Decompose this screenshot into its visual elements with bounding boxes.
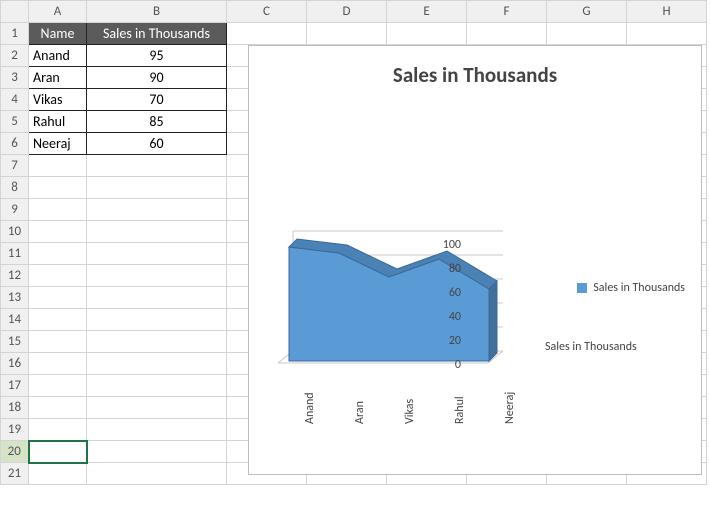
cell-B4[interactable]: 70 <box>87 89 227 111</box>
row-header-16[interactable]: 16 <box>1 353 29 375</box>
row-header-4[interactable]: 4 <box>1 89 29 111</box>
row-header-21[interactable]: 21 <box>1 463 29 485</box>
cell[interactable] <box>29 375 87 397</box>
row-header-7[interactable]: 7 <box>1 155 29 177</box>
x-tick-4: Neeraj <box>503 392 517 424</box>
legend-swatch <box>577 283 587 293</box>
cell-B2[interactable]: 95 <box>87 45 227 67</box>
y-tick-2: 40 <box>431 310 461 324</box>
chart-title: Sales in Thousands <box>249 46 701 88</box>
cell[interactable] <box>29 155 87 177</box>
col-header-G[interactable]: G <box>547 1 627 23</box>
area-series-side <box>489 281 497 361</box>
cell[interactable] <box>29 331 87 353</box>
cell-A1[interactable]: Name <box>29 23 87 45</box>
cell[interactable] <box>87 199 227 221</box>
row-header-8[interactable]: 8 <box>1 177 29 199</box>
legend-label: Sales in Thousands <box>593 281 685 295</box>
cell[interactable] <box>87 177 227 199</box>
cell[interactable] <box>29 199 87 221</box>
chart-legend: Sales in Thousands <box>577 281 685 295</box>
cell-A3[interactable]: Aran <box>29 67 87 89</box>
y-tick-1: 20 <box>431 334 461 348</box>
cell[interactable] <box>87 221 227 243</box>
row-header-18[interactable]: 18 <box>1 397 29 419</box>
cell[interactable] <box>29 419 87 441</box>
row-header-13[interactable]: 13 <box>1 287 29 309</box>
col-header-C[interactable]: C <box>227 1 307 23</box>
cell[interactable] <box>87 287 227 309</box>
row-header-6[interactable]: 6 <box>1 133 29 155</box>
row-header-20[interactable]: 20 <box>1 441 29 463</box>
y-tick-5: 100 <box>431 238 461 252</box>
cell[interactable] <box>29 463 87 485</box>
x-tick-0: Anand <box>303 392 317 424</box>
row-header-11[interactable]: 11 <box>1 243 29 265</box>
cell-A6[interactable]: Neeraj <box>29 133 87 155</box>
y-tick-4: 80 <box>431 262 461 276</box>
x-tick-3: Rahul <box>453 396 467 424</box>
cell[interactable] <box>29 353 87 375</box>
cell-A4[interactable]: Vikas <box>29 89 87 111</box>
cell[interactable] <box>29 243 87 265</box>
y-tick-3: 60 <box>431 286 461 300</box>
row-header-15[interactable]: 15 <box>1 331 29 353</box>
cell[interactable] <box>29 287 87 309</box>
cell[interactable] <box>87 353 227 375</box>
row-header-12[interactable]: 12 <box>1 265 29 287</box>
cell[interactable] <box>467 23 547 45</box>
col-header-A[interactable]: A <box>29 1 87 23</box>
col-header-B[interactable]: B <box>87 1 227 23</box>
cell[interactable] <box>29 397 87 419</box>
col-header-D[interactable]: D <box>307 1 387 23</box>
col-header-F[interactable]: F <box>467 1 547 23</box>
row-header-10[interactable]: 10 <box>1 221 29 243</box>
cell[interactable] <box>307 23 387 45</box>
cell[interactable] <box>87 331 227 353</box>
cell[interactable] <box>387 23 467 45</box>
cell[interactable] <box>627 23 707 45</box>
cell[interactable] <box>227 23 307 45</box>
cell[interactable] <box>87 419 227 441</box>
cell-A5[interactable]: Rahul <box>29 111 87 133</box>
cell[interactable] <box>87 375 227 397</box>
cell[interactable] <box>29 441 87 463</box>
cell[interactable] <box>87 463 227 485</box>
col-header-H[interactable]: H <box>627 1 707 23</box>
row-header-2[interactable]: 2 <box>1 45 29 67</box>
cell[interactable] <box>87 155 227 177</box>
cell-B1[interactable]: Sales in Thousands <box>87 23 227 45</box>
x-tick-1: Aran <box>353 401 367 424</box>
col-header-E[interactable]: E <box>387 1 467 23</box>
cell[interactable] <box>29 221 87 243</box>
cell[interactable] <box>87 243 227 265</box>
cell[interactable] <box>87 265 227 287</box>
row-header-3[interactable]: 3 <box>1 67 29 89</box>
depth-axis-label: Sales in Thousands <box>545 340 637 354</box>
cell-A2[interactable]: Anand <box>29 45 87 67</box>
area-chart-plot <box>273 221 533 371</box>
cell[interactable] <box>29 265 87 287</box>
cell-B6[interactable]: 60 <box>87 133 227 155</box>
row-header-1[interactable]: 1 <box>1 23 29 45</box>
cell-B3[interactable]: 90 <box>87 67 227 89</box>
cell[interactable] <box>547 23 627 45</box>
cell-B5[interactable]: 85 <box>87 111 227 133</box>
cell[interactable] <box>29 177 87 199</box>
cell[interactable] <box>87 309 227 331</box>
chart-object[interactable]: Sales in Thousands 0 20 40 60 80 100 Ana… <box>248 45 702 475</box>
row-header-14[interactable]: 14 <box>1 309 29 331</box>
row-header-9[interactable]: 9 <box>1 199 29 221</box>
cell[interactable] <box>29 309 87 331</box>
row-header-5[interactable]: 5 <box>1 111 29 133</box>
row-header-17[interactable]: 17 <box>1 375 29 397</box>
y-tick-0: 0 <box>431 358 461 372</box>
cell[interactable] <box>87 441 227 463</box>
x-tick-2: Vikas <box>403 399 417 424</box>
select-all-corner[interactable] <box>1 1 29 23</box>
cell[interactable] <box>87 397 227 419</box>
table-row: 1 Name Sales in Thousands <box>1 23 707 45</box>
row-header-19[interactable]: 19 <box>1 419 29 441</box>
